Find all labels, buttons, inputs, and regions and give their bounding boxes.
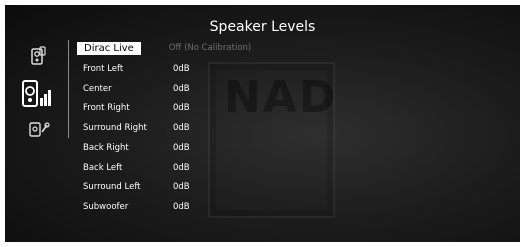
level-label: Surround Right: [83, 123, 147, 133]
speaker-wrench-icon[interactable]: [25, 116, 53, 144]
level-row-center[interactable]: Center 0dB: [77, 80, 190, 98]
level-label: Dirac Live: [77, 41, 141, 55]
level-label: Surround Left: [83, 182, 141, 192]
level-row-front-right[interactable]: Front Right 0dB: [77, 99, 190, 117]
level-value: 0dB: [173, 64, 190, 74]
nad-logo-watermark: NAD: [208, 62, 335, 218]
speaker-levels-icon[interactable]: [21, 79, 55, 109]
level-row-front-left[interactable]: Front Left 0dB: [77, 60, 190, 78]
level-label: Subwoofer: [83, 202, 129, 212]
sidebar-divider: [68, 40, 69, 138]
level-label: Front Right: [83, 103, 130, 113]
level-row-surround-right[interactable]: Surround Right 0dB: [77, 119, 190, 137]
tv-screen: NAD Speaker Levels Dirac Live Off (No Ca…: [5, 5, 520, 242]
level-value: 0dB: [173, 202, 190, 212]
speaker-remote-icon[interactable]: [23, 43, 51, 71]
level-value: 0dB: [173, 103, 190, 113]
level-label: Back Left: [83, 163, 123, 173]
level-label: Center: [83, 84, 112, 94]
level-row-surround-left[interactable]: Surround Left 0dB: [77, 178, 190, 196]
level-value: 0dB: [173, 123, 190, 133]
level-row-back-right[interactable]: Back Right 0dB: [77, 139, 190, 157]
level-row-subwoofer[interactable]: Subwoofer 0dB: [77, 198, 190, 216]
level-value: 0dB: [173, 163, 190, 173]
level-value: Off (No Calibration): [168, 43, 252, 53]
watermark-text: NAD: [224, 72, 338, 123]
level-label: Back Right: [83, 143, 129, 153]
level-row-back-left[interactable]: Back Left 0dB: [77, 159, 190, 177]
level-label: Front Left: [83, 64, 124, 74]
level-value: 0dB: [173, 84, 190, 94]
level-value: 0dB: [173, 143, 190, 153]
level-row-dirac-live[interactable]: Dirac Live Off (No Calibration): [77, 39, 251, 57]
page-title: Speaker Levels: [209, 19, 316, 35]
level-value: 0dB: [173, 182, 190, 192]
